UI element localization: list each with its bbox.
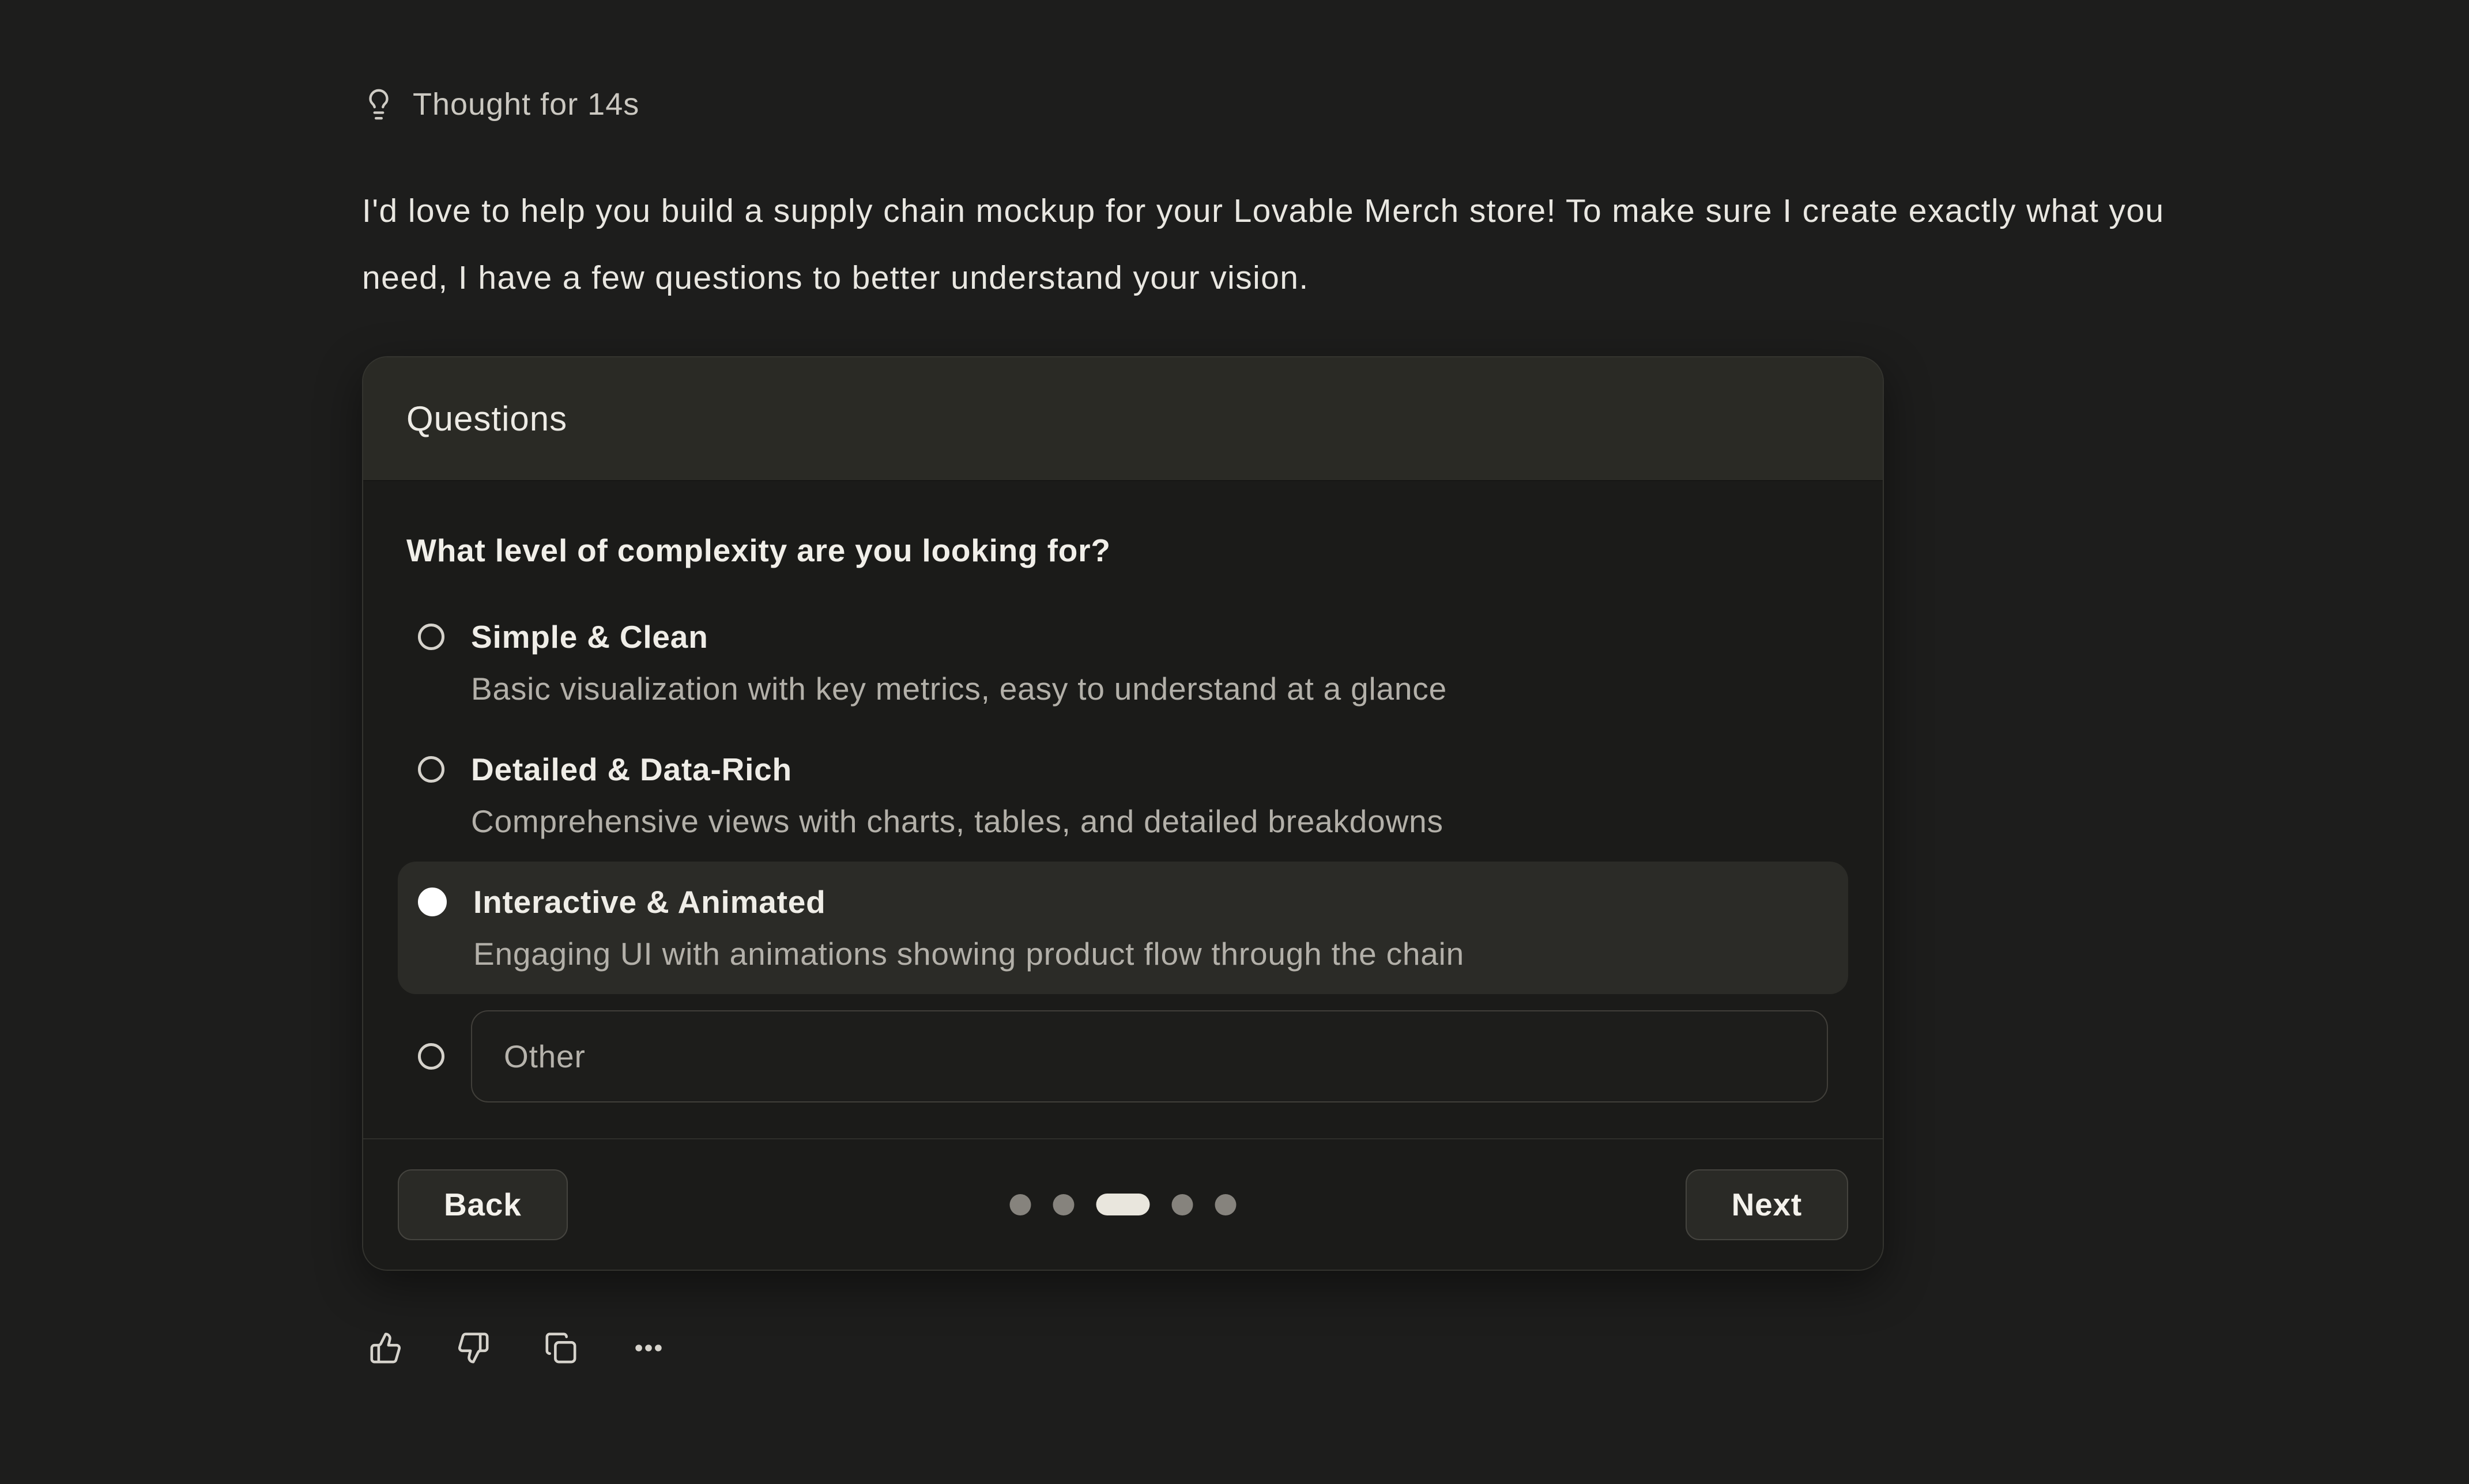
- option-interactive-animated[interactable]: Interactive & Animated Engaging UI with …: [398, 862, 1848, 994]
- thumbs-up-icon: [369, 1331, 402, 1365]
- radio-icon: [418, 1043, 444, 1070]
- thumbs-down-button[interactable]: [457, 1331, 490, 1365]
- option-label: Simple & Clean: [471, 613, 1447, 661]
- radio-icon: [418, 624, 444, 650]
- card-footer: Back Next: [363, 1138, 1883, 1270]
- option-description: Basic visualization with key metrics, ea…: [471, 664, 1447, 713]
- back-button[interactable]: Back: [398, 1169, 568, 1240]
- chat-page: Thought for 14s I'd love to help you bui…: [0, 0, 2469, 1484]
- more-options-icon: [632, 1331, 665, 1365]
- question-text: What level of complexity are you looking…: [406, 532, 1840, 569]
- thumbs-up-button[interactable]: [369, 1331, 402, 1365]
- option-simple-clean[interactable]: Simple & Clean Basic visualization with …: [398, 596, 1848, 729]
- message-actions: [369, 1331, 665, 1365]
- pagination-dot: [1172, 1194, 1193, 1215]
- radio-selected-icon: [418, 888, 447, 916]
- card-header: Questions: [363, 357, 1883, 481]
- pagination-dot-active: [1096, 1194, 1150, 1215]
- other-input[interactable]: [471, 1010, 1828, 1102]
- thinking-toggle[interactable]: Thought for 14s: [362, 86, 639, 122]
- pagination-dot: [1053, 1194, 1075, 1215]
- option-label: Interactive & Animated: [473, 878, 1464, 926]
- pagination-dot: [1215, 1194, 1237, 1215]
- option-detailed-data-rich[interactable]: Detailed & Data-Rich Comprehensive views…: [398, 729, 1848, 862]
- thumbs-down-icon: [457, 1331, 490, 1365]
- lightbulb-icon: [362, 88, 395, 121]
- assistant-message: I'd love to help you build a supply chai…: [362, 178, 2236, 311]
- next-button[interactable]: Next: [1686, 1169, 1848, 1240]
- questions-card: Questions What level of complexity are y…: [362, 356, 1884, 1271]
- more-options-button[interactable]: [632, 1331, 665, 1365]
- card-title: Questions: [406, 399, 567, 439]
- pagination-dot: [1010, 1194, 1031, 1215]
- option-label: Detailed & Data-Rich: [471, 745, 1443, 794]
- pagination-dots: [1010, 1194, 1237, 1215]
- copy-button[interactable]: [544, 1331, 578, 1365]
- radio-icon: [418, 756, 444, 783]
- card-body: What level of complexity are you looking…: [363, 481, 1883, 1119]
- option-other[interactable]: [398, 994, 1848, 1119]
- thought-label: Thought for 14s: [413, 86, 639, 122]
- option-description: Comprehensive views with charts, tables,…: [471, 797, 1443, 845]
- option-description: Engaging UI with animations showing prod…: [473, 930, 1464, 978]
- options-list: Simple & Clean Basic visualization with …: [398, 596, 1848, 1119]
- copy-icon: [544, 1331, 578, 1365]
